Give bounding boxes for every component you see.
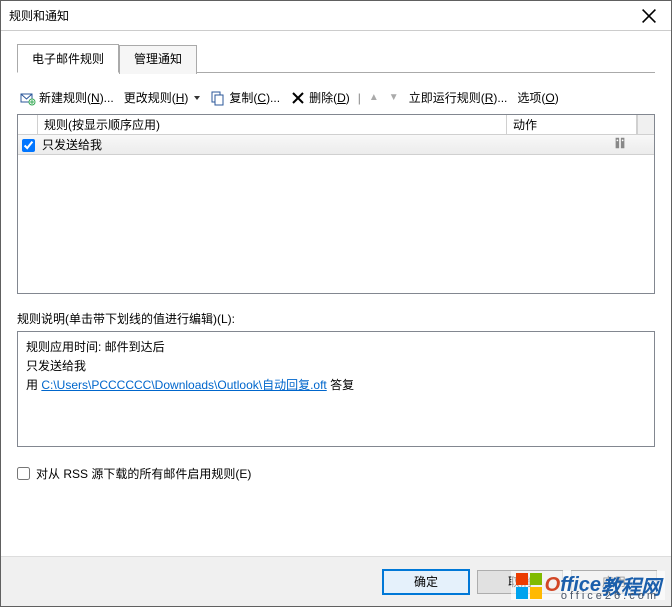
ok-button[interactable]: 确定 — [383, 570, 469, 594]
copy-button[interactable]: 复制(C)... — [207, 87, 283, 108]
tab-manage-alerts[interactable]: 管理通知 — [119, 45, 197, 74]
desc-line-1: 规则应用时间: 邮件到达后 — [26, 338, 646, 357]
rss-checkbox[interactable] — [17, 467, 30, 480]
tab-strip: 电子邮件规则 管理通知 — [17, 43, 655, 73]
window-title: 规则和通知 — [9, 7, 626, 24]
table-row[interactable]: 只发送给我 — [18, 135, 654, 155]
col-action[interactable]: 动作 — [507, 115, 637, 134]
titlebar: 规则和通知 — [1, 1, 671, 31]
new-rule-icon — [20, 90, 36, 106]
copy-icon — [210, 90, 226, 106]
toolbar: 新建规则(N)... 更改规则(H) 复制(C)... 删除(D) | ▲ ▼ … — [17, 73, 655, 114]
new-rule-label: 新建规则(N)... — [39, 89, 114, 106]
new-rule-button[interactable]: 新建规则(N)... — [17, 87, 117, 108]
delete-label: 删除(D) — [309, 89, 350, 106]
rss-label: 对从 RSS 源下载的所有邮件启用规则(E) — [36, 465, 251, 482]
scrollbar-header-gap — [637, 115, 654, 134]
delete-button[interactable]: 删除(D) — [287, 87, 353, 108]
delete-icon — [290, 90, 306, 106]
desc-line-3: 用 C:\Users\PCCCCCC\Downloads\Outlook\自动回… — [26, 376, 646, 395]
move-up-button[interactable]: ▲ — [366, 90, 382, 105]
close-button[interactable] — [626, 1, 671, 30]
description-label: 规则说明(单击带下划线的值进行编辑)(L): — [17, 310, 655, 327]
office-logo-icon — [515, 572, 543, 600]
watermark: Office教程网 office26.com — [511, 571, 665, 600]
tab-email-rules[interactable]: 电子邮件规则 — [17, 44, 119, 73]
change-rule-button[interactable]: 更改规则(H) — [121, 87, 204, 108]
separator: | — [358, 91, 361, 105]
row-name: 只发送给我 — [38, 136, 507, 153]
row-checkbox-cell — [18, 137, 38, 151]
close-icon — [641, 8, 657, 24]
col-check[interactable] — [18, 115, 38, 134]
options-label: 选项(O) — [517, 89, 558, 106]
table-header: 规则(按显示顺序应用) 动作 — [18, 115, 654, 135]
run-now-label: 立即运行规则(R)... — [409, 89, 508, 106]
watermark-url: office26.com — [561, 590, 659, 602]
desc-line-2: 只发送给我 — [26, 357, 646, 376]
change-rule-label: 更改规则(H) — [124, 89, 189, 106]
rss-row: 对从 RSS 源下载的所有邮件启用规则(E) — [17, 465, 655, 482]
copy-label: 复制(C)... — [229, 89, 280, 106]
row-checkbox[interactable] — [22, 139, 35, 152]
move-down-button[interactable]: ▼ — [386, 90, 402, 105]
template-path-link[interactable]: C:\Users\PCCCCCC\Downloads\Outlook\自动回复.… — [41, 378, 326, 392]
description-box[interactable]: 规则应用时间: 邮件到达后 只发送给我 用 C:\Users\PCCCCCC\D… — [17, 331, 655, 447]
chevron-down-icon — [194, 96, 200, 100]
rule-action-icon — [613, 136, 627, 150]
options-button[interactable]: 选项(O) — [514, 87, 561, 108]
run-now-button[interactable]: 立即运行规则(R)... — [406, 87, 511, 108]
rules-table: 规则(按显示顺序应用) 动作 只发送给我 — [17, 114, 655, 294]
col-rule[interactable]: 规则(按显示顺序应用) — [38, 115, 507, 134]
row-action-icons — [507, 136, 637, 153]
